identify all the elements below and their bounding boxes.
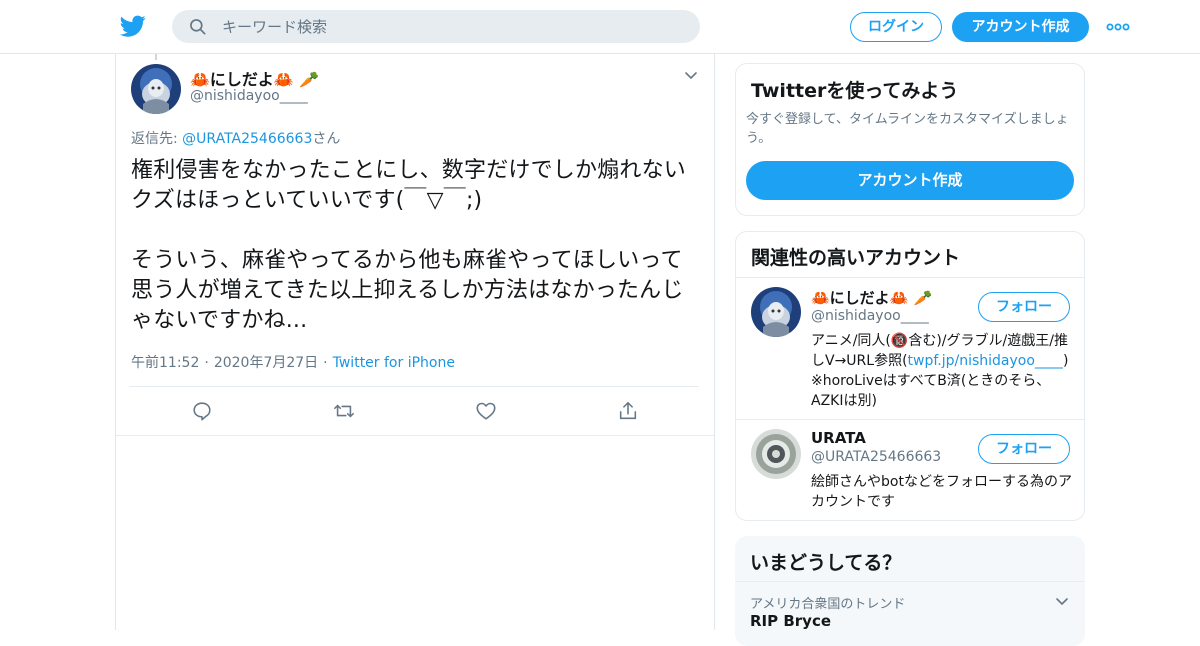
trends-title: いまどうしてる？ [750,552,902,574]
signup-button[interactable]: アカウント作成 [952,12,1089,42]
trend-item[interactable]: RIP Bryce [750,612,831,630]
retweet-icon[interactable] [333,400,355,422]
follow-button[interactable]: フォロー [978,292,1070,322]
search-input[interactable] [222,10,682,43]
tweet-text: 権利侵害をなかったことにし、数字だけでしか煽れないクズはほっといていいです(￣▽… [131,158,687,333]
reply-to-line: 返信先: @URATA25466663さん [131,128,340,148]
related-account-bio: アニメ/同人(🔞含む)/グラブル/遊戯王/推しV→URL参照(twpf.jp/n… [811,331,1073,411]
tweet-date[interactable]: 2020年7月27日 [214,355,318,371]
related-account-avatar[interactable] [751,287,801,337]
signup-card-button[interactable]: アカウント作成 [746,161,1074,200]
tweet-source-link[interactable]: Twitter for iPhone [333,355,455,371]
reply-prefix: 返信先: [131,131,183,147]
related-account-name[interactable]: 🦀にしだよ🦀 🥕 [811,287,932,308]
signup-card-description: 今すぐ登録して、タイムラインをカスタマイズしましょう。 [746,112,1069,146]
tweet-author-handle[interactable]: @nishidayoo____ [190,88,308,104]
reply-mention-link[interactable]: @URATA25466663 [182,131,312,147]
tweet-metadata: 午前11:52 · 2020年7月27日 · Twitter for iPhone [131,352,455,372]
login-button[interactable]: ログイン [850,12,942,42]
tweet-author-name[interactable]: 🦀にしだよ🦀 🥕 [190,66,319,90]
thread-connector-line [155,54,157,60]
signup-promo-card: Twitterを使ってみよう 今すぐ登録して、タイムラインをカスタマイズしましょ… [735,63,1085,216]
search-icon [190,19,206,35]
trend-context: アメリカ合衆国のトレンド [750,597,906,612]
tweet-time[interactable]: 午前11:52 [131,355,199,371]
divider [736,277,1084,278]
like-heart-icon[interactable] [475,400,497,422]
divider [116,435,714,436]
related-account-handle[interactable]: @nishidayoo____ [811,308,929,324]
more-dots-icon[interactable] [1106,20,1130,34]
separator-dot: · [323,355,328,371]
related-accounts-card: 関連性の高いアカウント 🦀にしだよ🦀 🥕 @nishidayoo____ フォロ… [735,231,1085,521]
chevron-down-icon[interactable] [683,68,699,84]
bio-link[interactable]: twpf.jp/nishidayoo____ [908,353,1063,369]
search-box[interactable] [172,10,700,43]
related-account-avatar[interactable] [751,429,801,479]
chevron-down-icon[interactable] [1054,594,1070,610]
divider [736,419,1084,420]
twitter-bird-logo-icon[interactable] [120,13,146,39]
signup-card-title: Twitterを使ってみよう [751,80,959,102]
tweet-author-avatar[interactable] [131,64,181,114]
divider [735,581,1085,582]
related-accounts-title: 関連性の高いアカウント [751,247,961,269]
share-icon[interactable] [617,400,639,422]
related-account-bio: 絵師さんやbotなどをフォローする為のアカウントです [811,474,1072,510]
separator-dot: · [204,355,209,371]
divider [129,386,699,387]
follow-button[interactable]: フォロー [978,434,1070,464]
reply-suffix: さん [312,131,341,147]
reply-icon[interactable] [191,400,213,422]
related-account-handle[interactable]: @URATA25466663 [811,449,941,465]
top-navigation-bar: ログイン アカウント作成 [0,0,1200,54]
related-account-name[interactable]: URATA [811,429,866,447]
